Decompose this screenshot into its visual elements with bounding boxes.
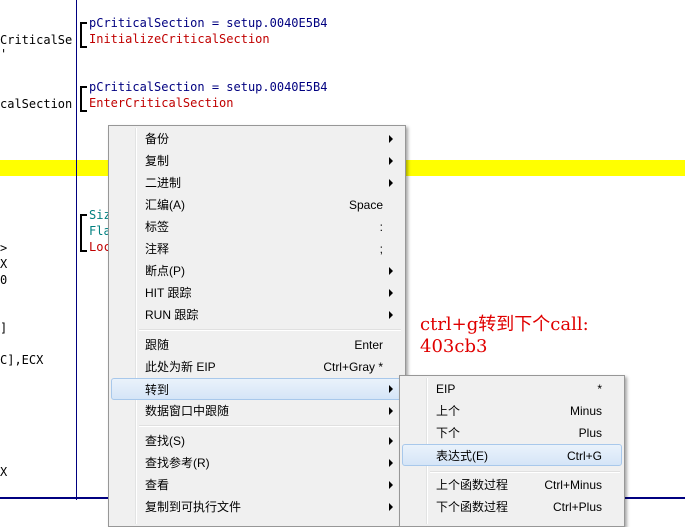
call-target: InitializeCriticalSection xyxy=(89,32,270,46)
menu-item-search[interactable]: 查找(S) xyxy=(111,430,403,452)
menu-item-label: 此处为新 EIP xyxy=(145,360,216,374)
menu-item-label-edit[interactable]: 标签 : xyxy=(111,216,403,238)
submenu-item-eip[interactable]: EIP * xyxy=(402,378,622,400)
menu-item-copy[interactable]: 复制 xyxy=(111,150,403,172)
argument-bracket xyxy=(80,36,87,48)
menu-item-comment[interactable]: 注释 ; xyxy=(111,238,403,260)
submenu-arrow-icon xyxy=(389,267,393,275)
menu-item-follow[interactable]: 跟随 Enter xyxy=(111,334,403,356)
menu-item-assemble[interactable]: 汇编(A) Space xyxy=(111,194,403,216)
menu-item-label: HIT 跟踪 xyxy=(145,286,192,300)
menu-item-label: 复制到可执行文件 xyxy=(145,500,242,514)
submenu-arrow-icon xyxy=(389,459,393,467)
call-target: EnterCriticalSection xyxy=(89,96,234,110)
menu-item-label: 表达式(E) xyxy=(436,449,488,463)
menu-item-label: 查找(S) xyxy=(145,434,185,448)
menu-item-shortcut: Ctrl+Gray * xyxy=(323,360,383,374)
menu-item-copy-to-executable[interactable]: 复制到可执行文件 xyxy=(111,496,403,518)
menu-item-shortcut: ; xyxy=(379,242,383,256)
menu-item-label: 复制 xyxy=(145,154,170,168)
annotation-line: ctrl+g转到下个call: xyxy=(420,314,589,335)
menu-item-breakpoint[interactable]: 断点(P) xyxy=(111,260,403,282)
menu-separator xyxy=(139,329,401,331)
menu-item-label: 备份 xyxy=(145,132,170,146)
submenu-item-next-procedure[interactable]: 下个函数过程 Ctrl+Plus xyxy=(402,496,622,518)
submenu-arrow-icon xyxy=(389,503,393,511)
submenu-arrow-icon xyxy=(389,481,393,489)
menu-item-view[interactable]: 查看 xyxy=(111,474,403,496)
menu-item-label: 查找参考(R) xyxy=(145,456,210,470)
menu-item-label: 标签 xyxy=(145,220,170,234)
menu-item-label: 二进制 xyxy=(145,176,182,190)
submenu-arrow-icon xyxy=(389,437,393,445)
menu-item-run-trace[interactable]: RUN 跟踪 xyxy=(111,304,403,326)
call-argument: pCriticalSection = setup.0040E5B4 xyxy=(89,16,328,30)
menu-item-find-references[interactable]: 查找参考(R) xyxy=(111,452,403,474)
code-fragment: ] xyxy=(0,321,8,335)
menu-item-shortcut: : xyxy=(379,220,383,234)
code-fragment: CriticalSe xyxy=(0,33,73,47)
menu-item-label: 上个函数过程 xyxy=(436,478,509,492)
menu-item-goto[interactable]: 转到 xyxy=(111,378,403,400)
code-fragment: X xyxy=(0,257,8,271)
submenu-arrow-icon xyxy=(389,407,393,415)
menu-item-label: 注释 xyxy=(145,242,170,256)
menu-item-label: 断点(P) xyxy=(145,264,185,278)
argument-bracket xyxy=(80,214,87,238)
menu-item-shortcut: * xyxy=(597,382,602,396)
context-menu: 备份 复制 二进制 汇编(A) Space 标签 : 注释 ; 断点(P) HI… xyxy=(108,125,406,527)
submenu-item-expression[interactable]: 表达式(E) Ctrl+G xyxy=(402,444,622,466)
menu-item-label: RUN 跟踪 xyxy=(145,308,199,322)
submenu-item-previous[interactable]: 上个 Minus xyxy=(402,400,622,422)
submenu-item-previous-procedure[interactable]: 上个函数过程 Ctrl+Minus xyxy=(402,474,622,496)
submenu-arrow-icon xyxy=(389,179,393,187)
menu-item-binary[interactable]: 二进制 xyxy=(111,172,403,194)
menu-item-label: EIP xyxy=(436,382,456,396)
code-fragment: > xyxy=(0,241,8,255)
submenu-arrow-icon xyxy=(389,385,393,393)
menu-separator xyxy=(139,425,401,427)
menu-item-follow-in-dump[interactable]: 数据窗口中跟随 xyxy=(111,400,403,422)
code-fragment: 0 xyxy=(0,273,8,287)
menu-item-label: 汇编(A) xyxy=(145,198,185,212)
menu-item-label: 数据窗口中跟随 xyxy=(145,404,230,418)
menu-separator xyxy=(430,471,620,473)
call-argument: pCriticalSection = setup.0040E5B4 xyxy=(89,80,328,94)
menu-item-label: 下个函数过程 xyxy=(436,500,509,514)
argument-bracket xyxy=(80,100,87,112)
menu-item-label: 转到 xyxy=(145,383,170,397)
submenu-arrow-icon xyxy=(389,135,393,143)
menu-item-backup[interactable]: 备份 xyxy=(111,128,403,150)
menu-item-label: 跟随 xyxy=(145,338,170,352)
menu-item-new-eip[interactable]: 此处为新 EIP Ctrl+Gray * xyxy=(111,356,403,378)
column-divider xyxy=(76,0,77,500)
menu-item-shortcut: Plus xyxy=(578,426,602,440)
menu-item-shortcut: Ctrl+G xyxy=(566,449,602,463)
menu-item-label: 上个 xyxy=(436,404,461,418)
menu-item-shortcut: Ctrl+Plus xyxy=(552,500,602,514)
disassembly-left-column: CriticalSe ' calSection > X 0 ] C],ECX X xyxy=(0,0,77,520)
submenu-item-next[interactable]: 下个 Plus xyxy=(402,422,622,444)
menu-item-hit-trace[interactable]: HIT 跟踪 xyxy=(111,282,403,304)
code-fragment: calSection xyxy=(0,97,73,111)
menu-item-shortcut: Space xyxy=(348,198,383,212)
goto-submenu: EIP * 上个 Minus 下个 Plus 表达式(E) Ctrl+G 上个函… xyxy=(399,375,625,527)
menu-item-label: 查看 xyxy=(145,478,170,492)
menu-item-label: 下个 xyxy=(436,426,461,440)
submenu-arrow-icon xyxy=(389,311,393,319)
submenu-arrow-icon xyxy=(389,289,393,297)
menu-item-shortcut: Minus xyxy=(569,404,602,418)
menu-item-shortcut: Ctrl+Minus xyxy=(544,478,602,492)
code-fragment: X xyxy=(0,465,8,479)
menu-item-shortcut: Enter xyxy=(354,338,383,352)
code-fragment: C],ECX xyxy=(0,353,44,367)
annotation-note: ctrl+g转到下个call: 403cb3 xyxy=(420,314,680,358)
code-fragment: ' xyxy=(0,47,8,61)
annotation-line: 403cb3 xyxy=(420,336,488,357)
submenu-arrow-icon xyxy=(389,157,393,165)
argument-bracket xyxy=(80,236,87,252)
